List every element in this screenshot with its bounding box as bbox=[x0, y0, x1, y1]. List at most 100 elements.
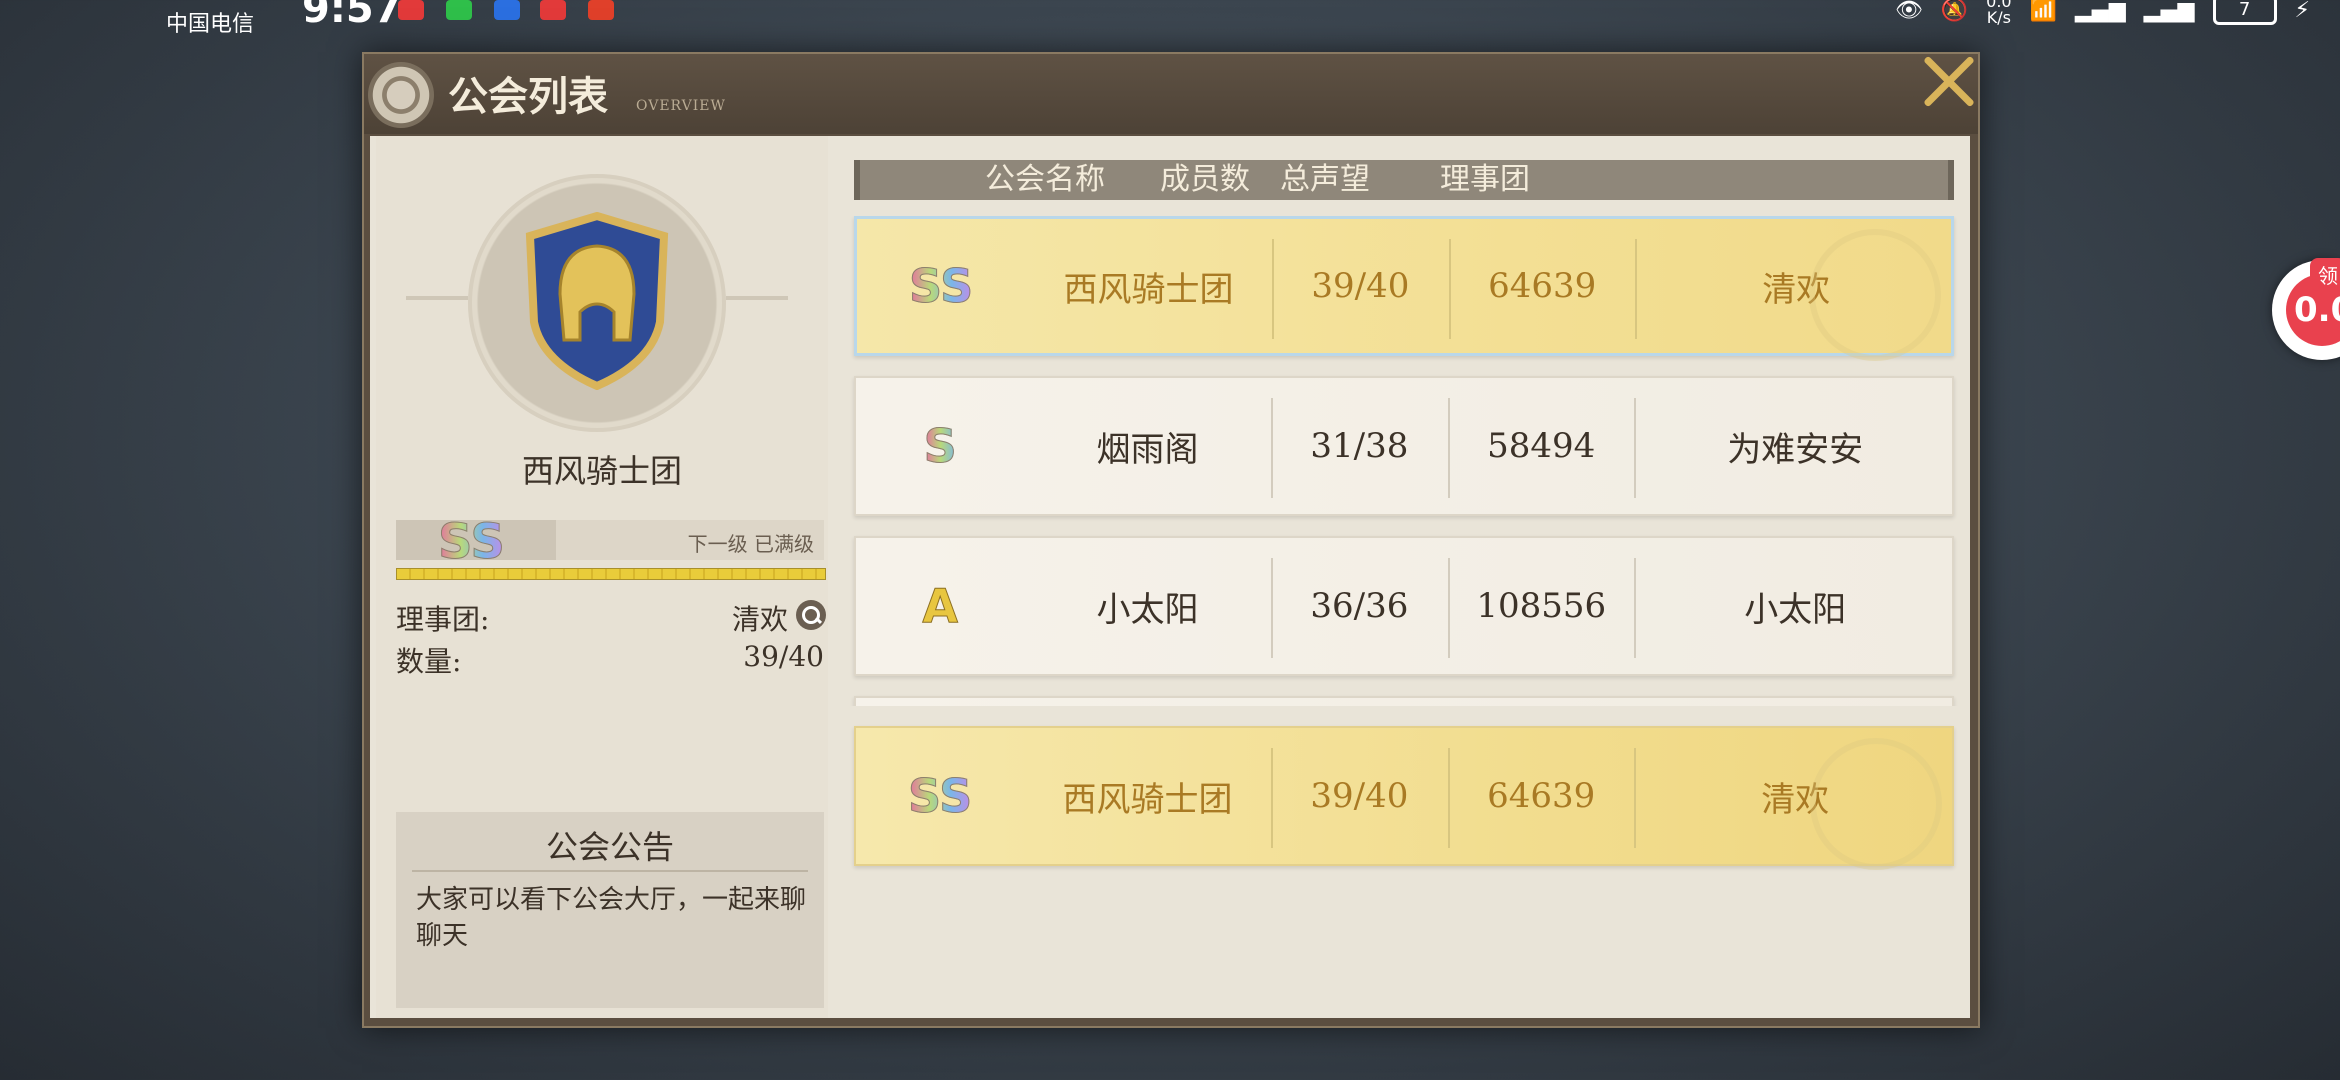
council-cell: 为难安安 bbox=[1634, 378, 1956, 514]
guild-rows[interactable]: SS 西风骑士团 39/40 64639 清欢 S 烟雨阁 31/38 58494 为难安安 A 小太… bbox=[838, 216, 1970, 706]
carrier-label: 中国电信 bbox=[166, 12, 255, 37]
gear-decoration-icon bbox=[1810, 738, 1942, 870]
reputation-cell: 88631 bbox=[1448, 698, 1634, 706]
reputation-cell-text: 108556 bbox=[1476, 586, 1607, 626]
guild-name-cell-text: 烟雨阁 bbox=[1096, 429, 1199, 470]
guild-name-cell-text: 西风骑士团 bbox=[1063, 269, 1234, 310]
net-speed: 0.0 K/s bbox=[1986, 0, 2011, 26]
table-row[interactable]: A馥郁的喵喵喵26/3688631馥郁 bbox=[854, 696, 1954, 706]
huawei-app-icon-2 bbox=[540, 0, 566, 20]
rank-badge-text: S bbox=[923, 419, 957, 474]
rank-badge: SS bbox=[438, 514, 506, 571]
my-guild-row-wrap: SS 西风骑士团 39/40 64639 清欢 bbox=[838, 726, 1970, 886]
guild-name-cell: 烟雨阁 bbox=[1024, 378, 1270, 514]
members-cell: 39/40 bbox=[1272, 219, 1449, 353]
mute-icon: 🔕 bbox=[1940, 0, 1969, 23]
guild-table: 公会名称 成员数 总声望 理事团 SS 西风骑士团 39/40 64639 清欢 S 烟雨阁… bbox=[838, 136, 1970, 1018]
members-cell-text: 39/40 bbox=[1310, 776, 1409, 816]
rank-badge: A bbox=[856, 538, 1024, 674]
reputation-cell: 64639 bbox=[1449, 219, 1635, 353]
guild-name-cell-text: 小太阳 bbox=[1096, 589, 1199, 630]
members-cell-text: 36/36 bbox=[1310, 586, 1409, 626]
app-store-icon bbox=[494, 0, 520, 20]
council-cell-text: 为难安安 bbox=[1727, 429, 1864, 470]
signal-icon: ▂▄▆ bbox=[2075, 0, 2126, 23]
header-guild-name: 公会名称 bbox=[985, 162, 1105, 197]
column-divider bbox=[1270, 558, 1273, 658]
window-title: 公会列表 bbox=[448, 73, 608, 120]
next-level-label: 下一级 bbox=[687, 532, 748, 556]
column-divider bbox=[1449, 239, 1452, 339]
column-divider bbox=[1448, 748, 1451, 848]
net-speed-unit: K/s bbox=[1986, 8, 2011, 27]
level-progress-bar bbox=[396, 568, 826, 580]
members-cell: 36/36 bbox=[1271, 538, 1448, 674]
close-button[interactable] bbox=[1920, 54, 1976, 110]
table-header: 公会名称 成员数 总声望 理事团 bbox=[854, 160, 1954, 200]
divider bbox=[412, 870, 808, 872]
guild-detail-panel: 西风骑士团 SS 下一级 已满级 理事团: 清欢 数量: 39/40 公会公告 … bbox=[376, 136, 828, 1018]
column-divider bbox=[1270, 398, 1273, 498]
members-cell: 39/40 bbox=[1271, 728, 1448, 864]
window-subtitle: OVERVIEW bbox=[636, 98, 726, 114]
table-row[interactable]: SS 西风骑士团 39/40 64639 清欢 bbox=[854, 726, 1954, 870]
members-cell-text: 31/38 bbox=[1310, 426, 1409, 466]
column-divider bbox=[1448, 558, 1451, 658]
council-cell: 馥郁 bbox=[1634, 698, 1956, 706]
rank-badge: S bbox=[856, 378, 1024, 514]
guild-name-cell-text: 西风骑士团 bbox=[1062, 779, 1233, 820]
rank-badge: SS bbox=[856, 728, 1024, 864]
gear-emblem-icon bbox=[368, 62, 434, 128]
guild-name-cell: 西风骑士团 bbox=[1024, 728, 1270, 864]
count-label: 数量: bbox=[396, 645, 462, 678]
huawei-app-icon bbox=[398, 0, 424, 20]
count-value: 39/40 bbox=[743, 640, 824, 673]
spartan-helmet-shield-icon bbox=[525, 212, 669, 390]
column-divider bbox=[1448, 398, 1451, 498]
charging-icon: ⚡ bbox=[2294, 0, 2310, 23]
column-divider bbox=[1270, 748, 1273, 848]
reputation-cell-text: 64639 bbox=[1487, 776, 1596, 816]
divider bbox=[726, 296, 788, 300]
reputation-cell: 108556 bbox=[1448, 538, 1634, 674]
column-divider bbox=[1634, 748, 1637, 848]
guild-name-cell: 馥郁的喵喵喵 bbox=[1024, 698, 1270, 706]
notice-text: 大家可以看下公会大厅，一起来聊聊天 bbox=[416, 885, 807, 951]
wifi-icon: 📶 bbox=[2029, 0, 2058, 23]
table-row[interactable]: SS 西风骑士团 39/40 64639 清欢 bbox=[854, 216, 1954, 361]
column-divider bbox=[1634, 558, 1637, 658]
members-cell: 26/36 bbox=[1271, 698, 1448, 706]
rank-badge-text: A bbox=[922, 579, 959, 634]
title-bar: 公会列表 OVERVIEW bbox=[364, 54, 1978, 134]
signal-icon-2: ▂▄▆ bbox=[2143, 0, 2195, 23]
table-row[interactable]: A 小太阳 36/36 108556 小太阳 bbox=[854, 536, 1954, 676]
status-right-group: 👁 🔕 0.0 K/s 📶 ▂▄▆ ▂▄▆ 7 ⚡ bbox=[1895, 0, 2310, 26]
council-label: 理事团: bbox=[396, 603, 490, 636]
search-icon[interactable] bbox=[796, 600, 826, 630]
divider bbox=[406, 296, 468, 300]
battery-indicator: 7 bbox=[2212, 0, 2277, 25]
header-reputation: 总声望 bbox=[1280, 162, 1370, 197]
guild-notice: 公会公告 大家可以看下公会大厅，一起来聊聊天 bbox=[396, 812, 824, 1008]
reputation-cell-text: 58494 bbox=[1487, 426, 1596, 466]
reputation-cell: 58494 bbox=[1448, 378, 1634, 514]
guild-name: 西风骑士团 bbox=[521, 452, 682, 490]
eye-icon: 👁 bbox=[1894, 0, 1923, 23]
header-council: 理事团 bbox=[1440, 162, 1530, 197]
table-row[interactable]: S 烟雨阁 31/38 58494 为难安安 bbox=[854, 376, 1954, 516]
gear-decoration-icon bbox=[1809, 229, 1941, 361]
column-divider bbox=[1634, 398, 1637, 498]
count-row: 数量: 39/40 bbox=[396, 640, 824, 678]
wechat-app-icon bbox=[446, 0, 472, 20]
guild-name-cell: 小太阳 bbox=[1024, 538, 1270, 674]
column-divider bbox=[1271, 239, 1274, 339]
header-members: 成员数 bbox=[1160, 162, 1250, 197]
rank-badge: A bbox=[856, 698, 1024, 706]
rank-badge-text: SS bbox=[908, 769, 973, 824]
council-cell: 小太阳 bbox=[1634, 538, 1956, 674]
clock: 9:57 bbox=[302, 0, 402, 32]
level-progress-fill bbox=[397, 569, 825, 579]
reputation-cell-text: 64639 bbox=[1488, 266, 1597, 306]
column-divider bbox=[1635, 239, 1638, 339]
rank-badge-bg: SS bbox=[396, 514, 556, 571]
